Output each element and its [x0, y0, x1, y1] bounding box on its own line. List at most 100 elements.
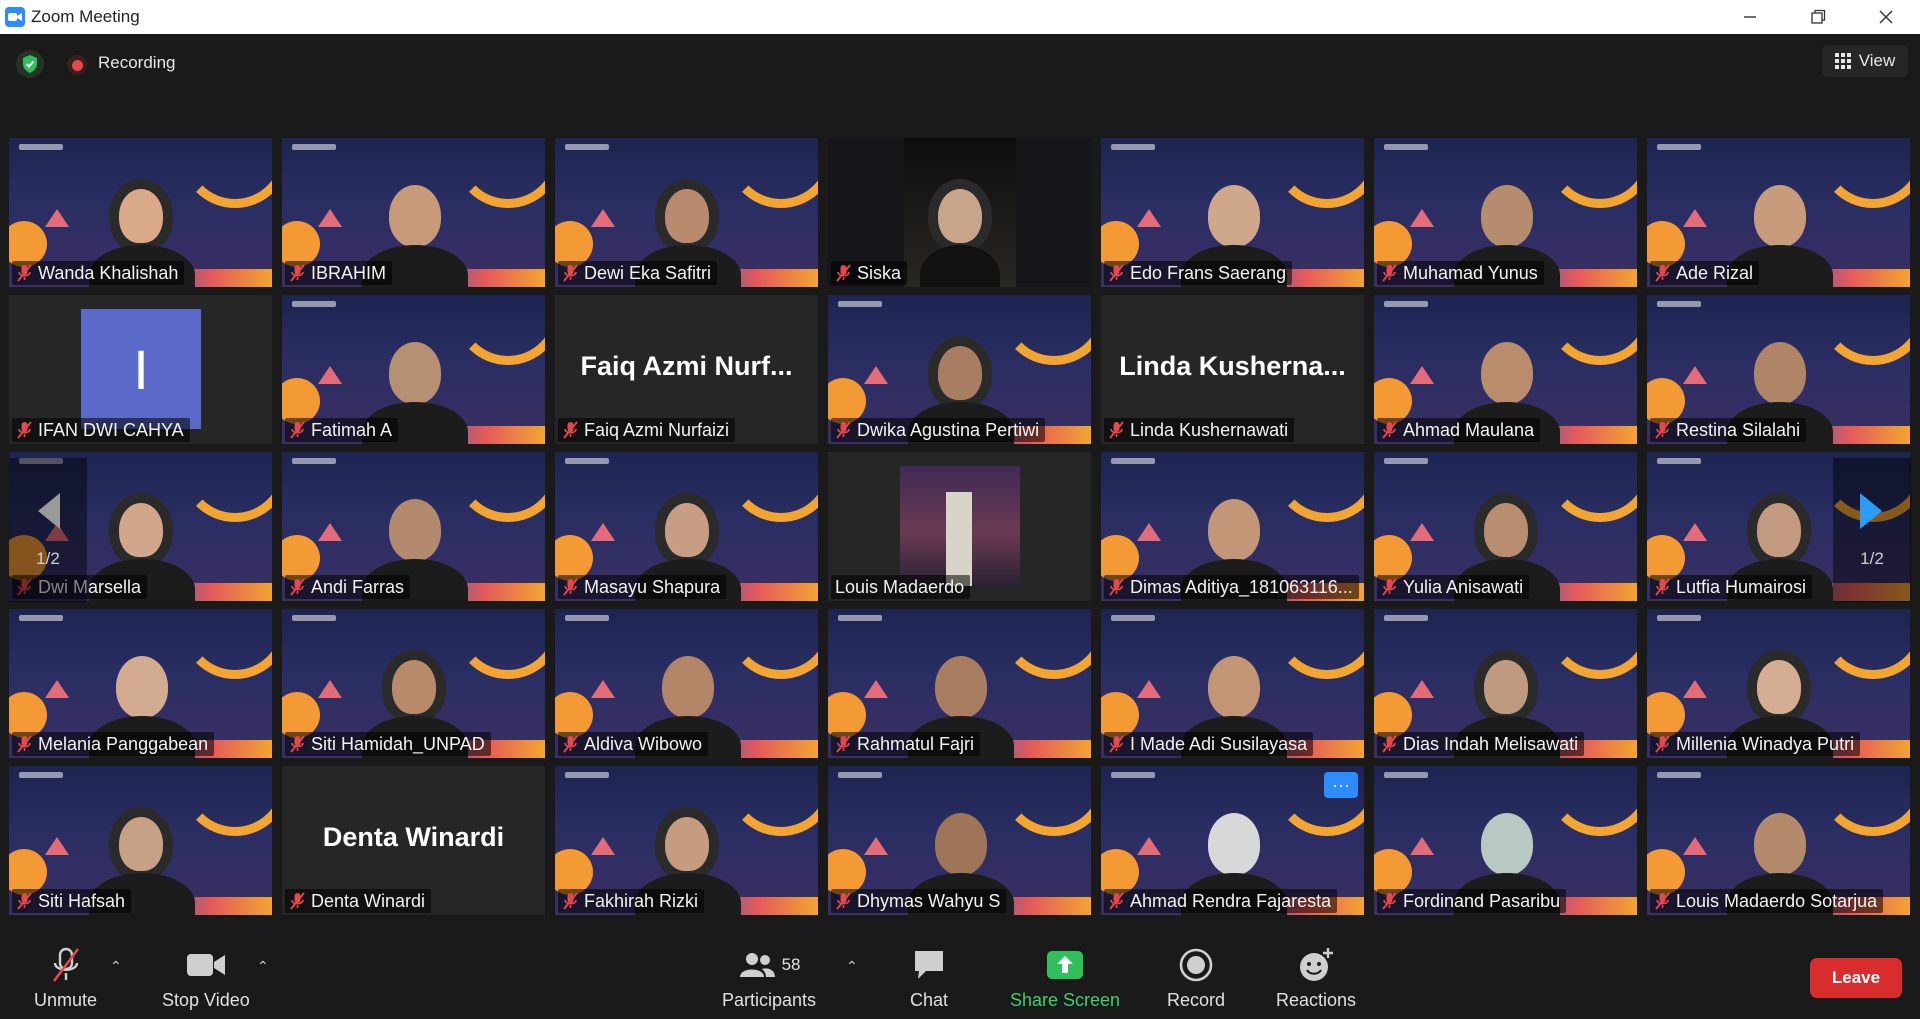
unmute-button[interactable]: Unmute	[34, 946, 97, 1011]
participant-tile[interactable]: Masayu Shapura	[555, 452, 818, 601]
participant-tile[interactable]: Dimas Aditiya_181063116...	[1101, 452, 1364, 601]
participant-tile[interactable]: Siti Hafsah	[9, 766, 272, 915]
participant-tile[interactable]: Dwika Agustina Pertiwi	[828, 295, 1091, 444]
muted-mic-icon	[289, 578, 306, 596]
participant-tile[interactable]: I IFAN DWI CAHYA	[9, 295, 272, 444]
close-button[interactable]	[1852, 0, 1920, 34]
muted-mic-icon	[835, 735, 852, 753]
view-button[interactable]: View	[1822, 45, 1908, 77]
restore-button[interactable]	[1784, 0, 1852, 34]
participant-tile[interactable]: Ahmad Maulana	[1374, 295, 1637, 444]
next-page-button[interactable]: 1/2	[1833, 458, 1911, 602]
view-label: View	[1858, 51, 1896, 70]
participant-name: IBRAHIM	[311, 262, 387, 283]
participant-tile[interactable]: Linda Kusherna... Linda Kushernawati	[1101, 295, 1364, 444]
security-shield-icon[interactable]	[16, 50, 44, 78]
participant-tile[interactable]: Aldiva Wibowo	[555, 609, 818, 758]
participant-tile[interactable]: Louis Madaerdo	[828, 452, 1091, 601]
muted-mic-icon	[1381, 578, 1398, 596]
participant-name: Fordinand Pasaribu	[1403, 890, 1561, 911]
participant-tile[interactable]: I Made Adi Susilayasa	[1101, 609, 1364, 758]
participant-tile[interactable]: Louis Madaerdo Sotarjua	[1647, 766, 1910, 915]
muted-mic-icon	[1108, 735, 1125, 753]
participant-name: Millenia Winadya Putri	[1676, 733, 1855, 754]
participants-button[interactable]: 58 Participants	[722, 946, 816, 1011]
participant-tile[interactable]: Dias Indah Melisawati	[1374, 609, 1637, 758]
video-options-chevron-icon[interactable]: ⌃	[257, 958, 269, 975]
background-triangle-shape	[1683, 209, 1707, 227]
participant-name-tag: Yulia Anisawati	[1377, 575, 1530, 599]
participant-tile[interactable]: Faiq Azmi Nurf... Faiq Azmi Nurfaizi	[555, 295, 818, 444]
participant-tile[interactable]: Edo Frans Saerang	[1101, 138, 1364, 287]
virtual-background-logo	[19, 144, 63, 150]
leave-button[interactable]: Leave	[1810, 958, 1902, 998]
participant-name: Dhymas Wahyu S	[857, 890, 1001, 911]
background-triangle-shape	[1137, 209, 1161, 227]
muted-mic-icon	[562, 421, 579, 439]
participant-name-tag: Melania Panggabean	[12, 732, 215, 756]
muted-mic-icon	[289, 264, 306, 282]
muted-mic-icon	[1654, 892, 1671, 910]
participant-name-tag: Wanda Khalishah	[12, 261, 185, 285]
participant-name: Andi Farras	[311, 576, 405, 597]
participant-name-tag: Aldiva Wibowo	[558, 732, 709, 756]
chat-button[interactable]: Chat	[910, 946, 948, 1011]
chevron-left-icon	[38, 493, 60, 529]
virtual-background-logo	[1657, 615, 1701, 621]
participant-tile[interactable]: Siti Hamidah_UNPAD	[282, 609, 545, 758]
participant-tile[interactable]: IBRAHIM	[282, 138, 545, 287]
participant-name-tag: Siti Hafsah	[12, 889, 132, 913]
muted-mic-icon	[48, 946, 84, 984]
background-triangle-shape	[318, 680, 342, 698]
participant-name-tag: Muhamad Yunus	[1377, 261, 1544, 285]
participant-name: Fakhirah Rizki	[584, 890, 699, 911]
participant-tile[interactable]: Fordinand Pasaribu	[1374, 766, 1637, 915]
participant-tile[interactable]: Rahmatul Fajri	[828, 609, 1091, 758]
participant-tile[interactable]: Fakhirah Rizki	[555, 766, 818, 915]
participant-tile[interactable]: Melania Panggabean	[9, 609, 272, 758]
participant-tile[interactable]: ··· Ahmad Rendra Fajaresta	[1101, 766, 1364, 915]
stop-video-button[interactable]: Stop Video	[162, 946, 250, 1011]
participant-tile[interactable]: Fatimah A	[282, 295, 545, 444]
grid-view-icon	[1834, 53, 1851, 69]
window-title: Zoom Meeting	[31, 7, 140, 26]
background-triangle-shape	[45, 680, 69, 698]
participant-tile[interactable]: Siska	[828, 138, 1091, 287]
share-screen-button[interactable]: Share Screen	[1010, 946, 1120, 1011]
audio-options-chevron-icon[interactable]: ⌃	[110, 958, 122, 975]
participant-name-tag: Masayu Shapura	[558, 575, 727, 599]
tile-more-options-button[interactable]: ···	[1324, 772, 1358, 798]
participants-options-chevron-icon[interactable]: ⌃	[846, 958, 858, 975]
record-button[interactable]: Record	[1167, 946, 1225, 1011]
participant-tile[interactable]: Restina Silalahi	[1647, 295, 1910, 444]
muted-mic-icon	[562, 892, 579, 910]
participant-tile[interactable]: Dhymas Wahyu S	[828, 766, 1091, 915]
recording-label: Recording	[98, 53, 176, 72]
participant-tile[interactable]: Muhamad Yunus	[1374, 138, 1637, 287]
participant-name: Melania Panggabean	[38, 733, 209, 754]
participant-display-name: Linda Kusherna...	[1119, 351, 1346, 381]
previous-page-button[interactable]: 1/2	[9, 458, 87, 602]
participant-tile[interactable]: Andi Farras	[282, 452, 545, 601]
minimize-button[interactable]	[1716, 0, 1784, 34]
participant-name: Yulia Anisawati	[1403, 576, 1524, 597]
muted-mic-icon	[1654, 421, 1671, 439]
participant-tile[interactable]: Wanda Khalishah	[9, 138, 272, 287]
participant-tile[interactable]: Yulia Anisawati	[1374, 452, 1637, 601]
background-triangle-shape	[45, 837, 69, 855]
background-triangle-shape	[1137, 680, 1161, 698]
participant-tile[interactable]: Denta Winardi Denta Winardi	[282, 766, 545, 915]
muted-mic-icon	[1381, 735, 1398, 753]
muted-mic-icon	[1108, 264, 1125, 282]
participant-name-tag: Louis Madaerdo Sotarjua	[1650, 889, 1884, 913]
participant-name-tag: IBRAHIM	[285, 261, 393, 285]
participant-tile[interactable]: Millenia Winadya Putri	[1647, 609, 1910, 758]
muted-mic-icon	[835, 264, 852, 282]
participant-name: Edo Frans Saerang	[1130, 262, 1287, 283]
participant-tile[interactable]: Ade Rizal	[1647, 138, 1910, 287]
virtual-background-logo	[19, 772, 63, 778]
participant-name-tag: Siska	[831, 261, 908, 285]
participant-name-tag: Andi Farras	[285, 575, 411, 599]
participant-tile[interactable]: Dewi Eka Safitri	[555, 138, 818, 287]
reactions-button[interactable]: Reactions	[1276, 946, 1356, 1011]
